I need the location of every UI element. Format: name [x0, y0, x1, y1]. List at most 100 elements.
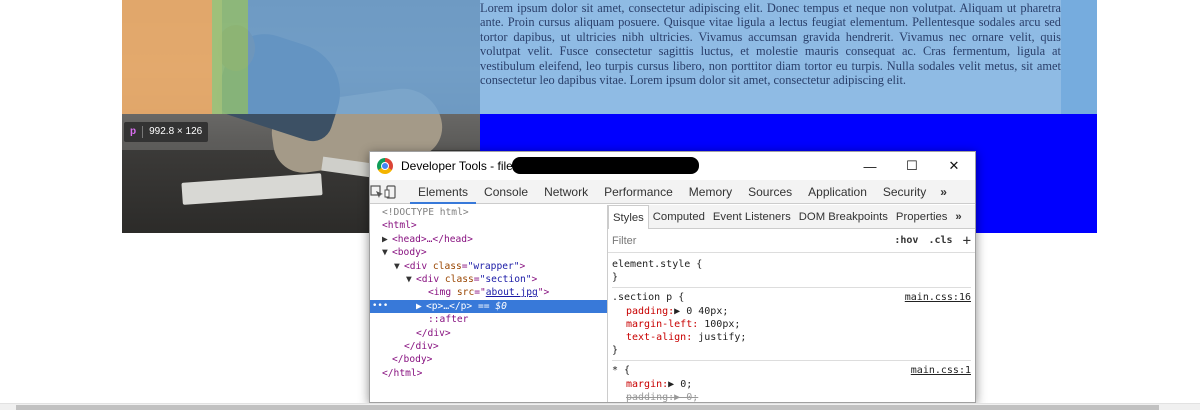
subtab-properties[interactable]: Properties	[892, 205, 952, 229]
subtab-dom-breakpoints[interactable]: DOM Breakpoints	[795, 205, 892, 229]
rule-source-link[interactable]: main.css:16	[905, 291, 971, 304]
dom-section-div[interactable]: ▼ <div class="section">	[370, 273, 607, 286]
dom-div-close-2[interactable]: </div>	[370, 340, 607, 353]
dom-wrapper-div[interactable]: ▼ <div class="wrapper">	[370, 260, 607, 273]
dom-attr-name: class	[432, 260, 462, 272]
highlight-padding-right	[1061, 0, 1097, 114]
tab-performance[interactable]: Performance	[596, 180, 681, 204]
tab-application[interactable]: Application	[800, 180, 875, 204]
tooltip-tag: p	[130, 126, 137, 137]
device-toolbar-icon[interactable]	[384, 181, 398, 203]
rule-universal: * { main.css:1 margin:▶ 0; padding:▶ 0; …	[612, 361, 971, 403]
maximize-button[interactable]: ☐	[891, 152, 933, 180]
highlight-padding	[212, 0, 248, 114]
new-rule-icon[interactable]: +	[963, 233, 971, 249]
declaration[interactable]: padding:▶ 0 40px;	[612, 305, 971, 318]
dom-selected-text: <p>…</p>	[426, 300, 473, 312]
close-button[interactable]: ✕	[933, 152, 975, 180]
declaration[interactable]: text-align: justify;	[612, 331, 971, 344]
dom-html-open[interactable]: <html>	[370, 219, 607, 232]
prop-name: padding:	[626, 391, 675, 403]
section-paragraph: Lorem ipsum dolor sit amet, consectetur …	[480, 1, 1061, 88]
styles-subtabs: Styles Computed Event Listeners DOM Brea…	[608, 204, 975, 229]
tab-network[interactable]: Network	[536, 180, 596, 204]
prop-name: padding:	[626, 305, 675, 317]
img-src-link[interactable]: about.jpg	[486, 287, 538, 298]
tab-console[interactable]: Console	[476, 180, 536, 204]
window-controls: — ☐ ✕	[849, 152, 975, 180]
more-tabs-icon[interactable]: »	[934, 185, 953, 199]
devtools-titlebar[interactable]: Developer Tools - file:///D:/Users/ — ☐ …	[370, 152, 975, 180]
declaration-overridden[interactable]: padding:▶ 0;	[612, 391, 971, 403]
dom-tag-name: div	[409, 260, 428, 272]
dom-body-open[interactable]: ▼ <body>	[370, 246, 607, 259]
hov-toggle[interactable]: :hov	[894, 235, 918, 246]
devtools-window: Developer Tools - file:///D:/Users/ — ☐ …	[369, 151, 976, 403]
subtab-styles[interactable]: Styles	[608, 204, 649, 229]
cls-toggle[interactable]: .cls	[928, 235, 952, 246]
tab-sources[interactable]: Sources	[740, 180, 800, 204]
dom-tree: <!DOCTYPE html> <html> ▶ <head>…</head> ▼…	[370, 205, 608, 402]
dom-doctype[interactable]: <!DOCTYPE html>	[370, 206, 607, 219]
dom-head[interactable]: ▶ <head>…</head>	[370, 233, 607, 246]
chrome-icon	[377, 158, 393, 174]
element-size-tooltip: p 992.8 × 126	[124, 122, 209, 142]
redaction-bar	[512, 157, 699, 174]
rule-selector[interactable]: element.style {	[612, 258, 971, 271]
styles-pane: Styles Computed Event Listeners DOM Brea…	[608, 204, 975, 403]
dom-head-text: <head>…</head>	[392, 233, 473, 245]
more-actions-icon[interactable]: •••	[372, 300, 388, 313]
dom-attr-value: "wrapper"	[467, 260, 520, 272]
declaration[interactable]: margin:▶ 0;	[612, 378, 971, 391]
tab-elements[interactable]: Elements	[410, 180, 477, 204]
dom-attr-value: "section"	[479, 273, 532, 285]
dom-img[interactable]: <img src="about.jpg">	[370, 286, 607, 299]
prop-value: ▶ 0 40px;	[674, 305, 729, 317]
rule-element-style: element.style { }	[612, 255, 971, 289]
prop-value: ▶ 0;	[668, 378, 693, 390]
tab-memory[interactable]: Memory	[681, 180, 740, 204]
dom-body-close[interactable]: </body>	[370, 353, 607, 366]
dom-attr-name: src	[456, 287, 475, 299]
collapse-triangle-icon[interactable]: ▼	[382, 246, 392, 259]
devtools-toolbar: Elements Console Network Performance Mem…	[370, 180, 975, 204]
rule-close: }	[612, 272, 619, 284]
style-rules: element.style { } .section p { main.css:…	[608, 253, 975, 403]
expand-triangle-icon[interactable]: ▶	[416, 300, 426, 313]
rule-source-link[interactable]: main.css:1	[911, 364, 971, 377]
dom-body-text: <body>	[392, 247, 427, 259]
rule-close: }	[612, 345, 619, 357]
collapse-triangle-icon[interactable]: ▼	[406, 273, 416, 286]
dom-html-close[interactable]: </html>	[370, 367, 607, 380]
dom-selected-p[interactable]: ••• ▶ <p>…</p> == $0	[370, 299, 607, 314]
subtab-event-listeners[interactable]: Event Listeners	[709, 205, 795, 229]
tooltip-divider	[142, 126, 144, 138]
horizontal-scrollbar[interactable]	[0, 403, 1200, 410]
declaration[interactable]: margin-left: 100px;	[612, 318, 971, 331]
dom-attr-name: class	[444, 273, 474, 285]
inspect-element-icon[interactable]	[370, 181, 384, 203]
scrollbar-thumb[interactable]	[16, 405, 1159, 410]
prop-value: ▶ 0;	[674, 391, 699, 403]
devtools-panes: <!DOCTYPE html> <html> ▶ <head>…</head> ▼…	[370, 204, 975, 403]
tab-security[interactable]: Security	[875, 180, 934, 204]
subtab-computed[interactable]: Computed	[649, 205, 709, 229]
minimize-button[interactable]: —	[849, 152, 891, 180]
menu-icon[interactable]: ⋮	[971, 185, 975, 199]
dom-div-close[interactable]: </div>	[370, 327, 607, 340]
highlight-margin	[122, 0, 222, 114]
dom-selected-ref: == $0	[472, 300, 507, 312]
subtab-more-icon[interactable]: »	[951, 205, 965, 229]
prop-name: margin:	[626, 378, 669, 390]
tooltip-dimensions: 992.8 × 126	[149, 126, 203, 137]
prop-name: text-align:	[626, 332, 693, 344]
rule-section-p: .section p { main.css:16 padding:▶ 0 40p…	[612, 288, 971, 362]
styles-filter-row: Filter :hov .cls +	[608, 229, 975, 253]
dom-tag-name: div	[421, 273, 440, 285]
prop-name: margin-left:	[626, 318, 699, 330]
collapse-triangle-icon[interactable]: ▼	[394, 260, 404, 273]
prop-value: justify;	[692, 332, 747, 344]
dom-after[interactable]: ::after	[370, 313, 607, 326]
expand-triangle-icon[interactable]: ▶	[382, 233, 392, 246]
styles-filter-input[interactable]: Filter	[612, 235, 884, 247]
